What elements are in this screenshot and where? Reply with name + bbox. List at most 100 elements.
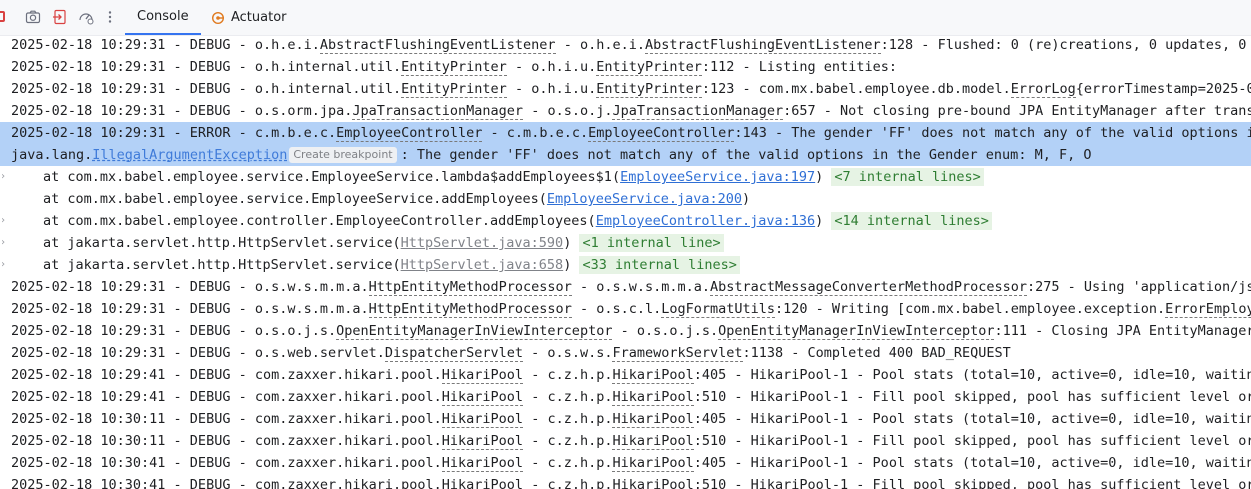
class-reference[interactable]: HikariPool — [612, 477, 694, 489]
class-reference[interactable]: AbstractFlushingEventListener — [644, 37, 881, 54]
expand-chevron-icon[interactable]: › — [0, 254, 8, 276]
log-line: 2025-02-18 10:29:31 - DEBUG - o.h.intern… — [0, 78, 1251, 100]
log-text: ) — [742, 191, 751, 207]
library-source-link[interactable]: HttpServlet.java:590 — [401, 235, 564, 251]
class-reference[interactable]: HikariPool — [612, 367, 694, 384]
log-text: 2025-02-18 10:29:41 - DEBUG - com.zaxxer… — [11, 367, 442, 383]
internal-lines-fold[interactable]: <33 internal lines> — [579, 256, 740, 274]
log-text: 2025-02-18 10:30:11 - DEBUG - com.zaxxer… — [11, 411, 442, 427]
log-text: :1138 - Completed 400 BAD_REQUEST — [742, 345, 1011, 361]
class-reference[interactable]: AbstractFlushingEventListener — [319, 37, 556, 54]
log-text: :657 - Not closing pre-bound JPA EntityM… — [783, 103, 1251, 119]
log-text: 2025-02-18 10:29:31 - ERROR - c.m.b.e.c. — [11, 125, 337, 141]
log-text: - o.h.e.i. — [555, 37, 645, 53]
source-link[interactable]: EmployeeService.java:197 — [620, 169, 815, 185]
class-reference[interactable]: LogFormatUtils — [661, 301, 776, 318]
class-reference[interactable]: FrameworkServlet — [612, 345, 743, 362]
class-reference[interactable]: HikariPool — [612, 433, 694, 450]
internal-lines-fold[interactable]: <14 internal lines> — [831, 212, 992, 230]
class-reference[interactable]: ErrorEmployee — [1165, 301, 1251, 318]
class-reference[interactable]: HikariPool — [441, 455, 524, 472]
log-text: :510 - HikariPool-1 - Fill pool skipped,… — [693, 389, 1251, 405]
more-icon[interactable] — [98, 5, 122, 29]
log-text: - c.z.h.p. — [523, 433, 613, 449]
class-reference[interactable]: HikariPool — [441, 389, 524, 406]
log-text: :405 - HikariPool-1 - Pool stats (total=… — [693, 367, 1251, 383]
log-text: :510 - HikariPool-1 - Fill pool skipped,… — [693, 477, 1251, 489]
tab-actuator-label: Actuator — [231, 10, 287, 25]
log-text: - o.h.i.u. — [506, 59, 597, 75]
log-text: - o.s.w.s. — [523, 345, 613, 361]
class-reference[interactable]: JpaTransactionManager — [352, 103, 524, 120]
class-reference[interactable]: EntityPrinter — [596, 59, 702, 76]
log-text: 2025-02-18 10:29:31 - DEBUG - o.s.w.s.m.… — [11, 301, 369, 317]
exception-link[interactable]: IllegalArgumentException — [92, 147, 287, 163]
log-text: ) — [815, 213, 832, 229]
class-reference[interactable]: AbstractMessageConverterMethodProcessor — [710, 279, 1027, 296]
log-text: : The gender 'FF' does not match any of … — [400, 147, 1092, 163]
class-reference[interactable]: HikariPool — [612, 411, 694, 428]
log-text: :120 - Writing [com.mx.babel.employee.ex… — [775, 301, 1166, 317]
internal-lines-fold[interactable]: <1 internal line> — [579, 234, 724, 252]
class-reference[interactable]: HikariPool — [441, 367, 524, 384]
log-text: 2025-02-18 10:30:41 - DEBUG - com.zaxxer… — [11, 477, 442, 489]
class-reference[interactable]: EmployeeController — [588, 125, 735, 142]
log-text: {errorTimestamp=2025-02 — [1075, 81, 1251, 97]
log-text: :123 - com.mx.babel.employee.db.model. — [701, 81, 1011, 97]
exit-icon[interactable] — [48, 5, 72, 29]
class-reference[interactable]: HikariPool — [441, 411, 524, 428]
log-text: - o.s.c.l. — [571, 301, 662, 317]
class-reference[interactable]: OpenEntityManagerInViewInterceptor — [336, 323, 613, 340]
gauge-icon[interactable] — [74, 5, 98, 29]
console-output[interactable]: 2025-02-18 10:29:31 - DEBUG - o.h.e.i.Ab… — [0, 35, 1251, 489]
class-reference[interactable]: HttpEntityMethodProcessor — [368, 301, 572, 318]
log-text: - c.z.h.p. — [523, 477, 613, 489]
internal-lines-fold[interactable]: <7 internal lines> — [831, 168, 984, 186]
class-reference[interactable]: HttpEntityMethodProcessor — [368, 279, 572, 296]
log-line: 2025-02-18 10:30:11 - DEBUG - com.zaxxer… — [0, 430, 1251, 452]
log-line: 2025-02-18 10:29:31 - DEBUG - o.h.e.i.Ab… — [0, 35, 1251, 56]
stop-icon[interactable] — [0, 11, 5, 22]
camera-icon[interactable] — [21, 5, 45, 29]
log-text: :112 - Listing entities: — [701, 59, 897, 75]
class-reference[interactable]: OpenEntityManagerInViewInterceptor — [718, 323, 995, 340]
tab-console[interactable]: Console — [125, 0, 201, 35]
class-reference[interactable]: HikariPool — [441, 433, 524, 450]
log-text: :405 - HikariPool-1 - Pool stats (total=… — [693, 455, 1251, 471]
log-text: at com.mx.babel.employee.service.Employe… — [43, 169, 621, 185]
expand-chevron-icon[interactable]: › — [0, 166, 8, 188]
log-text: - c.z.h.p. — [523, 389, 613, 405]
stack-trace-line: › at jakarta.servlet.http.HttpServlet.ser… — [0, 232, 1251, 254]
class-reference[interactable]: HikariPool — [612, 389, 694, 406]
log-text: :510 - HikariPool-1 - Fill pool skipped,… — [693, 433, 1251, 449]
console-scrollbar[interactable] — [1244, 35, 1251, 489]
log-text: 2025-02-18 10:30:11 - DEBUG - com.zaxxer… — [11, 433, 442, 449]
log-text: 2025-02-18 10:29:31 - DEBUG - o.s.o.j.s. — [11, 323, 337, 339]
class-reference[interactable]: EntityPrinter — [401, 81, 507, 98]
stack-trace-line: › at com.mx.babel.employee.controller.Emp… — [0, 210, 1251, 232]
log-text: 2025-02-18 10:29:41 - DEBUG - com.zaxxer… — [11, 389, 442, 405]
class-reference[interactable]: HikariPool — [612, 455, 694, 472]
create-breakpoint-hint[interactable]: Create breakpoint — [289, 147, 397, 163]
class-reference[interactable]: JpaTransactionManager — [612, 103, 784, 120]
log-text: 2025-02-18 10:29:31 - DEBUG - o.h.e.i. — [11, 37, 320, 53]
library-source-link[interactable]: HttpServlet.java:658 — [401, 257, 564, 273]
expand-chevron-icon[interactable]: › — [0, 210, 8, 232]
tab-actuator[interactable]: Actuator — [199, 0, 299, 35]
class-reference[interactable]: DispatcherServlet — [384, 345, 524, 362]
log-line: 2025-02-18 10:29:31 - ERROR - c.m.b.e.c.… — [0, 122, 1251, 144]
source-link[interactable]: EmployeeService.java:200 — [547, 191, 742, 207]
class-reference[interactable]: EmployeeController — [336, 125, 483, 142]
log-text: 2025-02-18 10:29:31 - DEBUG - o.h.intern… — [11, 59, 402, 75]
class-reference[interactable]: EntityPrinter — [401, 59, 507, 76]
class-reference[interactable]: EntityPrinter — [596, 81, 702, 98]
tab-console-label: Console — [137, 9, 189, 24]
stack-trace-line: at com.mx.babel.employee.service.Employe… — [0, 188, 1251, 210]
log-text: - c.z.h.p. — [523, 411, 613, 427]
class-reference[interactable]: HikariPool — [441, 477, 524, 489]
source-link[interactable]: EmployeeController.java:136 — [596, 213, 815, 229]
log-line: 2025-02-18 10:29:31 - DEBUG - o.s.orm.jp… — [0, 100, 1251, 122]
expand-chevron-icon[interactable]: › — [0, 232, 8, 254]
log-text: - c.m.b.e.c. — [482, 125, 589, 141]
class-reference[interactable]: ErrorLog — [1010, 81, 1076, 98]
